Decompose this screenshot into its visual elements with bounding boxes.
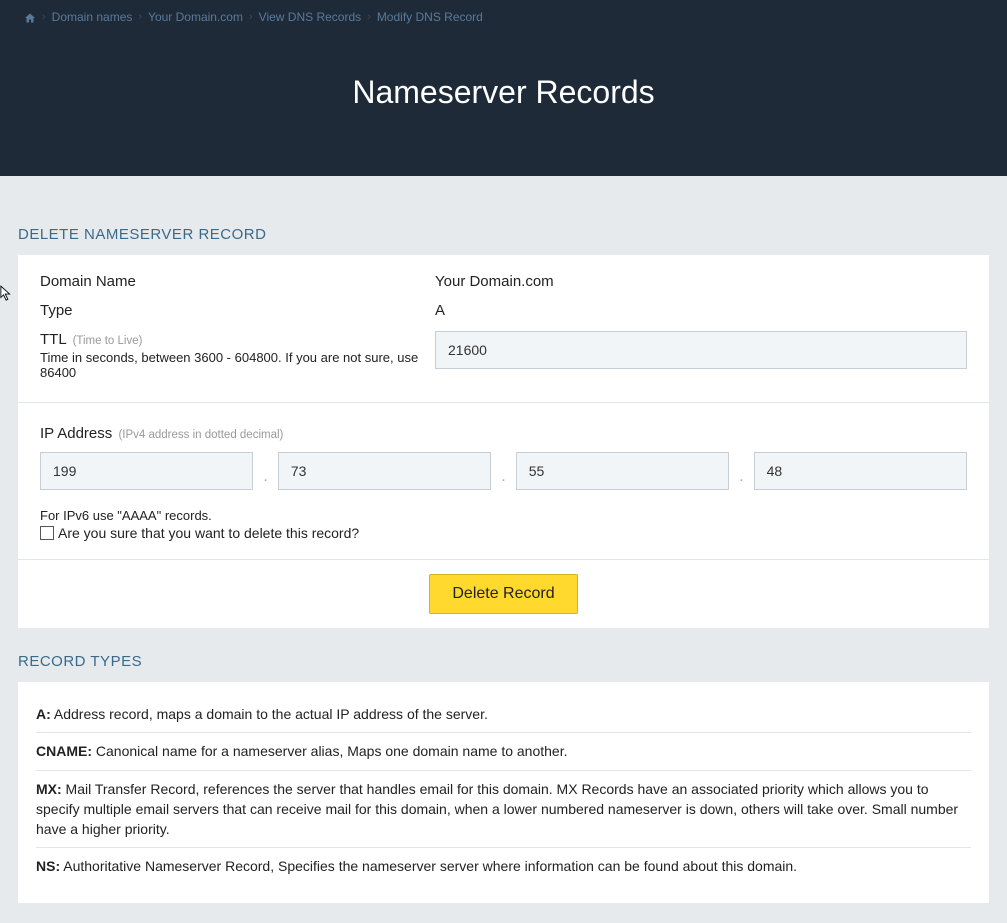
ip-octet-3-input[interactable] — [516, 452, 729, 490]
delete-section-title: DELETE NAMESERVER RECORD — [18, 226, 989, 243]
home-icon[interactable] — [24, 10, 36, 24]
confirm-delete-row[interactable]: Are you sure that you want to delete thi… — [40, 525, 967, 541]
ip-dot-separator: . — [491, 468, 515, 486]
ip-octet-2-input[interactable] — [278, 452, 491, 490]
type-value: A — [435, 302, 445, 319]
domain-name-label: Domain Name — [40, 273, 136, 290]
ttl-label: TTL — [40, 331, 67, 348]
type-label: Type — [40, 302, 73, 319]
breadcrumb-view-dns[interactable]: View DNS Records — [259, 10, 361, 24]
ip-dot-separator: . — [729, 468, 753, 486]
main-container: DELETE NAMESERVER RECORD Domain Name You… — [0, 176, 1007, 923]
record-type-ns: NS: Authoritative Nameserver Record, Spe… — [36, 848, 971, 884]
ip-input-row: . . . — [40, 452, 967, 490]
breadcrumb-current: Modify DNS Record — [377, 10, 483, 24]
ip-address-label-row: IP Address (IPv4 address in dotted decim… — [40, 425, 967, 442]
chevron-right-icon: › — [367, 11, 371, 23]
confirm-delete-label: Are you sure that you want to delete thi… — [58, 525, 359, 541]
action-row: Delete Record — [18, 560, 989, 628]
ttl-hint: (Time to Live) — [73, 335, 143, 347]
domain-name-row: Domain Name Your Domain.com — [40, 273, 967, 290]
delete-record-button[interactable]: Delete Record — [429, 574, 577, 614]
ipv6-hint: For IPv6 use "AAAA" records. — [40, 508, 967, 523]
record-summary-card: Domain Name Your Domain.com Type A TTL (… — [18, 255, 989, 403]
ttl-row: TTL (Time to Live) Time in seconds, betw… — [40, 331, 967, 380]
chevron-right-icon: › — [249, 11, 253, 23]
ip-octet-1-input[interactable] — [40, 452, 253, 490]
ip-octet-4-input[interactable] — [754, 452, 967, 490]
page-title: Nameserver Records — [0, 34, 1007, 176]
record-types-title: RECORD TYPES — [18, 653, 989, 670]
chevron-right-icon: › — [42, 11, 46, 23]
type-row: Type A — [40, 302, 967, 319]
ip-address-card: IP Address (IPv4 address in dotted decim… — [18, 403, 989, 560]
record-type-cname: CNAME: Canonical name for a nameserver a… — [36, 733, 971, 770]
record-type-mx: MX: Mail Transfer Record, references the… — [36, 771, 971, 849]
chevron-right-icon: › — [138, 11, 142, 23]
confirm-delete-checkbox[interactable] — [40, 526, 54, 540]
breadcrumb: › Domain names › Your Domain.com › View … — [0, 0, 1007, 34]
ttl-input[interactable] — [435, 331, 967, 369]
page-header: › Domain names › Your Domain.com › View … — [0, 0, 1007, 176]
breadcrumb-domain-names[interactable]: Domain names — [52, 10, 133, 24]
record-types-card: A: Address record, maps a domain to the … — [18, 682, 989, 903]
ip-dot-separator: . — [253, 468, 277, 486]
breadcrumb-your-domain[interactable]: Your Domain.com — [148, 10, 243, 24]
ip-address-hint: (IPv4 address in dotted decimal) — [118, 429, 283, 441]
domain-name-value: Your Domain.com — [435, 273, 554, 290]
ttl-description: Time in seconds, between 3600 - 604800. … — [40, 350, 435, 380]
record-type-a: A: Address record, maps a domain to the … — [36, 696, 971, 733]
ip-address-label: IP Address — [40, 425, 112, 442]
